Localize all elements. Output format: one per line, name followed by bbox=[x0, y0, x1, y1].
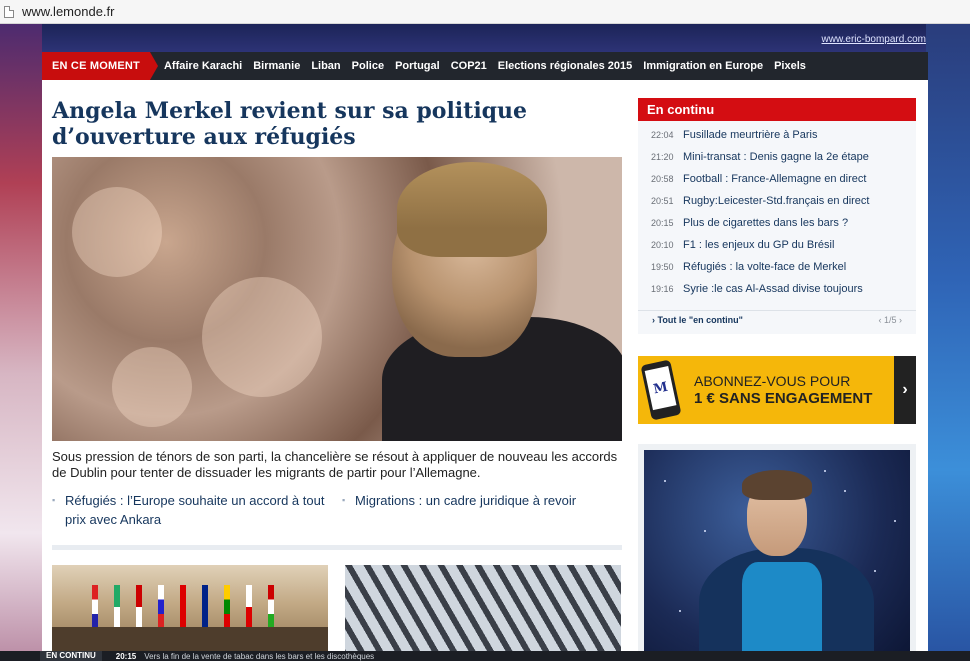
nav-item-police[interactable]: Police bbox=[352, 60, 384, 72]
news-item[interactable]: 19:16 Syrie :le cas Al-Assad divise toujo… bbox=[638, 278, 916, 300]
flag-shape bbox=[92, 585, 98, 629]
ad-model-hair bbox=[742, 470, 812, 500]
ticker-time: 20:15 bbox=[115, 651, 137, 661]
star-dot bbox=[894, 520, 896, 522]
related-link-migrations[interactable]: Migrations : un cadre juridique à revoir bbox=[342, 491, 576, 529]
promo-text: ABONNEZ-VOUS POUR 1 € SANS ENGAGEMENT bbox=[694, 372, 872, 408]
nav-item-elections[interactable]: Elections régionales 2015 bbox=[498, 60, 633, 72]
page-icon bbox=[4, 5, 14, 18]
star-dot bbox=[679, 610, 681, 612]
ticker-label: EN CONTINU bbox=[40, 651, 102, 661]
promo-line-2: 1 € SANS ENGAGEMENT bbox=[694, 390, 873, 407]
star-dot bbox=[874, 570, 876, 572]
phone-icon: M bbox=[640, 359, 682, 421]
related-link-refugies[interactable]: Réfugiés : l’Europe souhaite un accord à… bbox=[52, 491, 342, 529]
news-item[interactable]: 19:50 Réfugiés : la volte-face de Merkel bbox=[638, 256, 916, 278]
nav-item-pixels[interactable]: Pixels bbox=[774, 60, 806, 72]
news-item[interactable]: 22:04 Fusillade meurtrière à Paris bbox=[638, 124, 916, 146]
flag-shape bbox=[202, 585, 208, 629]
flag-shape bbox=[246, 585, 252, 629]
nav-item-portugal[interactable]: Portugal bbox=[395, 60, 440, 72]
story-thumbnail-summit[interactable] bbox=[52, 565, 328, 661]
en-continu-footer: › Tout le "en continu" ‹ 1/5 › bbox=[638, 310, 916, 328]
subscription-promo[interactable]: M ABONNEZ-VOUS POUR 1 € SANS ENGAGEMENT … bbox=[638, 356, 916, 424]
star-dot bbox=[664, 480, 666, 482]
news-item[interactable]: 20:15 Plus de cigarettes dans les bars ? bbox=[638, 212, 916, 234]
photo-bokeh bbox=[112, 347, 192, 427]
chevron-right-icon[interactable]: › bbox=[894, 356, 916, 424]
flag-shape bbox=[136, 585, 142, 629]
nav-item-birmanie[interactable]: Birmanie bbox=[253, 60, 300, 72]
nav-item-immigration[interactable]: Immigration en Europe bbox=[643, 60, 763, 72]
en-continu-pagination[interactable]: ‹ 1/5 › bbox=[878, 315, 902, 325]
banner-ad-top[interactable] bbox=[42, 24, 926, 52]
article-lede: Sous pression de ténors de son parti, la… bbox=[52, 449, 618, 480]
background-ad-left[interactable] bbox=[0, 24, 42, 661]
topic-nav: EN CE MOMENT Affaire Karachi Birmanie Li… bbox=[42, 52, 928, 80]
now-label: EN CE MOMENT bbox=[42, 52, 158, 80]
flag-shape bbox=[158, 585, 164, 629]
star-dot bbox=[844, 490, 846, 492]
star-dot bbox=[824, 470, 826, 472]
flag-shape bbox=[114, 585, 120, 629]
news-item[interactable]: 21:20 Mini-transat : Denis gagne la 2e ét… bbox=[638, 146, 916, 168]
url-text[interactable]: www.lemonde.fr bbox=[22, 4, 114, 19]
all-news-link[interactable]: › Tout le "en continu" bbox=[652, 315, 743, 325]
article-headline[interactable]: Angela Merkel revient sur sa politique d… bbox=[52, 98, 612, 150]
sidebar-ad[interactable] bbox=[638, 444, 916, 661]
nav-item-liban[interactable]: Liban bbox=[311, 60, 340, 72]
flag-shape bbox=[180, 585, 186, 629]
ticker-text[interactable]: Vers la fin de la vente de tabac dans le… bbox=[144, 652, 374, 661]
star-dot bbox=[704, 530, 706, 532]
news-item[interactable]: 20:58 Football : France-Allemagne en dire… bbox=[638, 168, 916, 190]
address-bar[interactable]: www.lemonde.fr bbox=[0, 0, 970, 24]
ad-model-sweater bbox=[742, 562, 822, 661]
related-links: Réfugiés : l’Europe souhaite un accord à… bbox=[52, 491, 622, 529]
lemonde-logo: M bbox=[644, 365, 677, 411]
advertiser-link[interactable]: www.eric-bompard.com bbox=[822, 34, 926, 45]
story-thumbnail-architecture[interactable] bbox=[345, 565, 621, 661]
ad-photo bbox=[644, 450, 910, 661]
section-divider bbox=[52, 545, 622, 550]
flag-shape bbox=[268, 585, 274, 629]
flag-shape bbox=[224, 585, 230, 629]
en-continu-panel: En continu 22:04 Fusillade meurtrière à P… bbox=[638, 98, 916, 334]
promo-line-1: ABONNEZ-VOUS POUR bbox=[694, 373, 851, 389]
background-ad-right[interactable] bbox=[926, 24, 970, 661]
news-item[interactable]: 20:10 F1 : les enjeux du GP du Brésil bbox=[638, 234, 916, 256]
nav-item-affaire-karachi[interactable]: Affaire Karachi bbox=[164, 60, 242, 72]
main-column: EN CE MOMENT Affaire Karachi Birmanie Li… bbox=[42, 52, 928, 661]
article-photo[interactable] bbox=[52, 157, 622, 441]
photo-hair bbox=[397, 162, 547, 257]
photo-bokeh bbox=[72, 187, 162, 277]
nav-item-cop21[interactable]: COP21 bbox=[451, 60, 487, 72]
en-continu-title[interactable]: En continu bbox=[638, 98, 916, 121]
photo-bokeh bbox=[202, 277, 322, 397]
bottom-ticker[interactable]: EN CONTINU 20:15 Vers la fin de la vente… bbox=[0, 651, 970, 661]
news-item[interactable]: 20:51 Rugby:Leicester-Std.français en dir… bbox=[638, 190, 916, 212]
